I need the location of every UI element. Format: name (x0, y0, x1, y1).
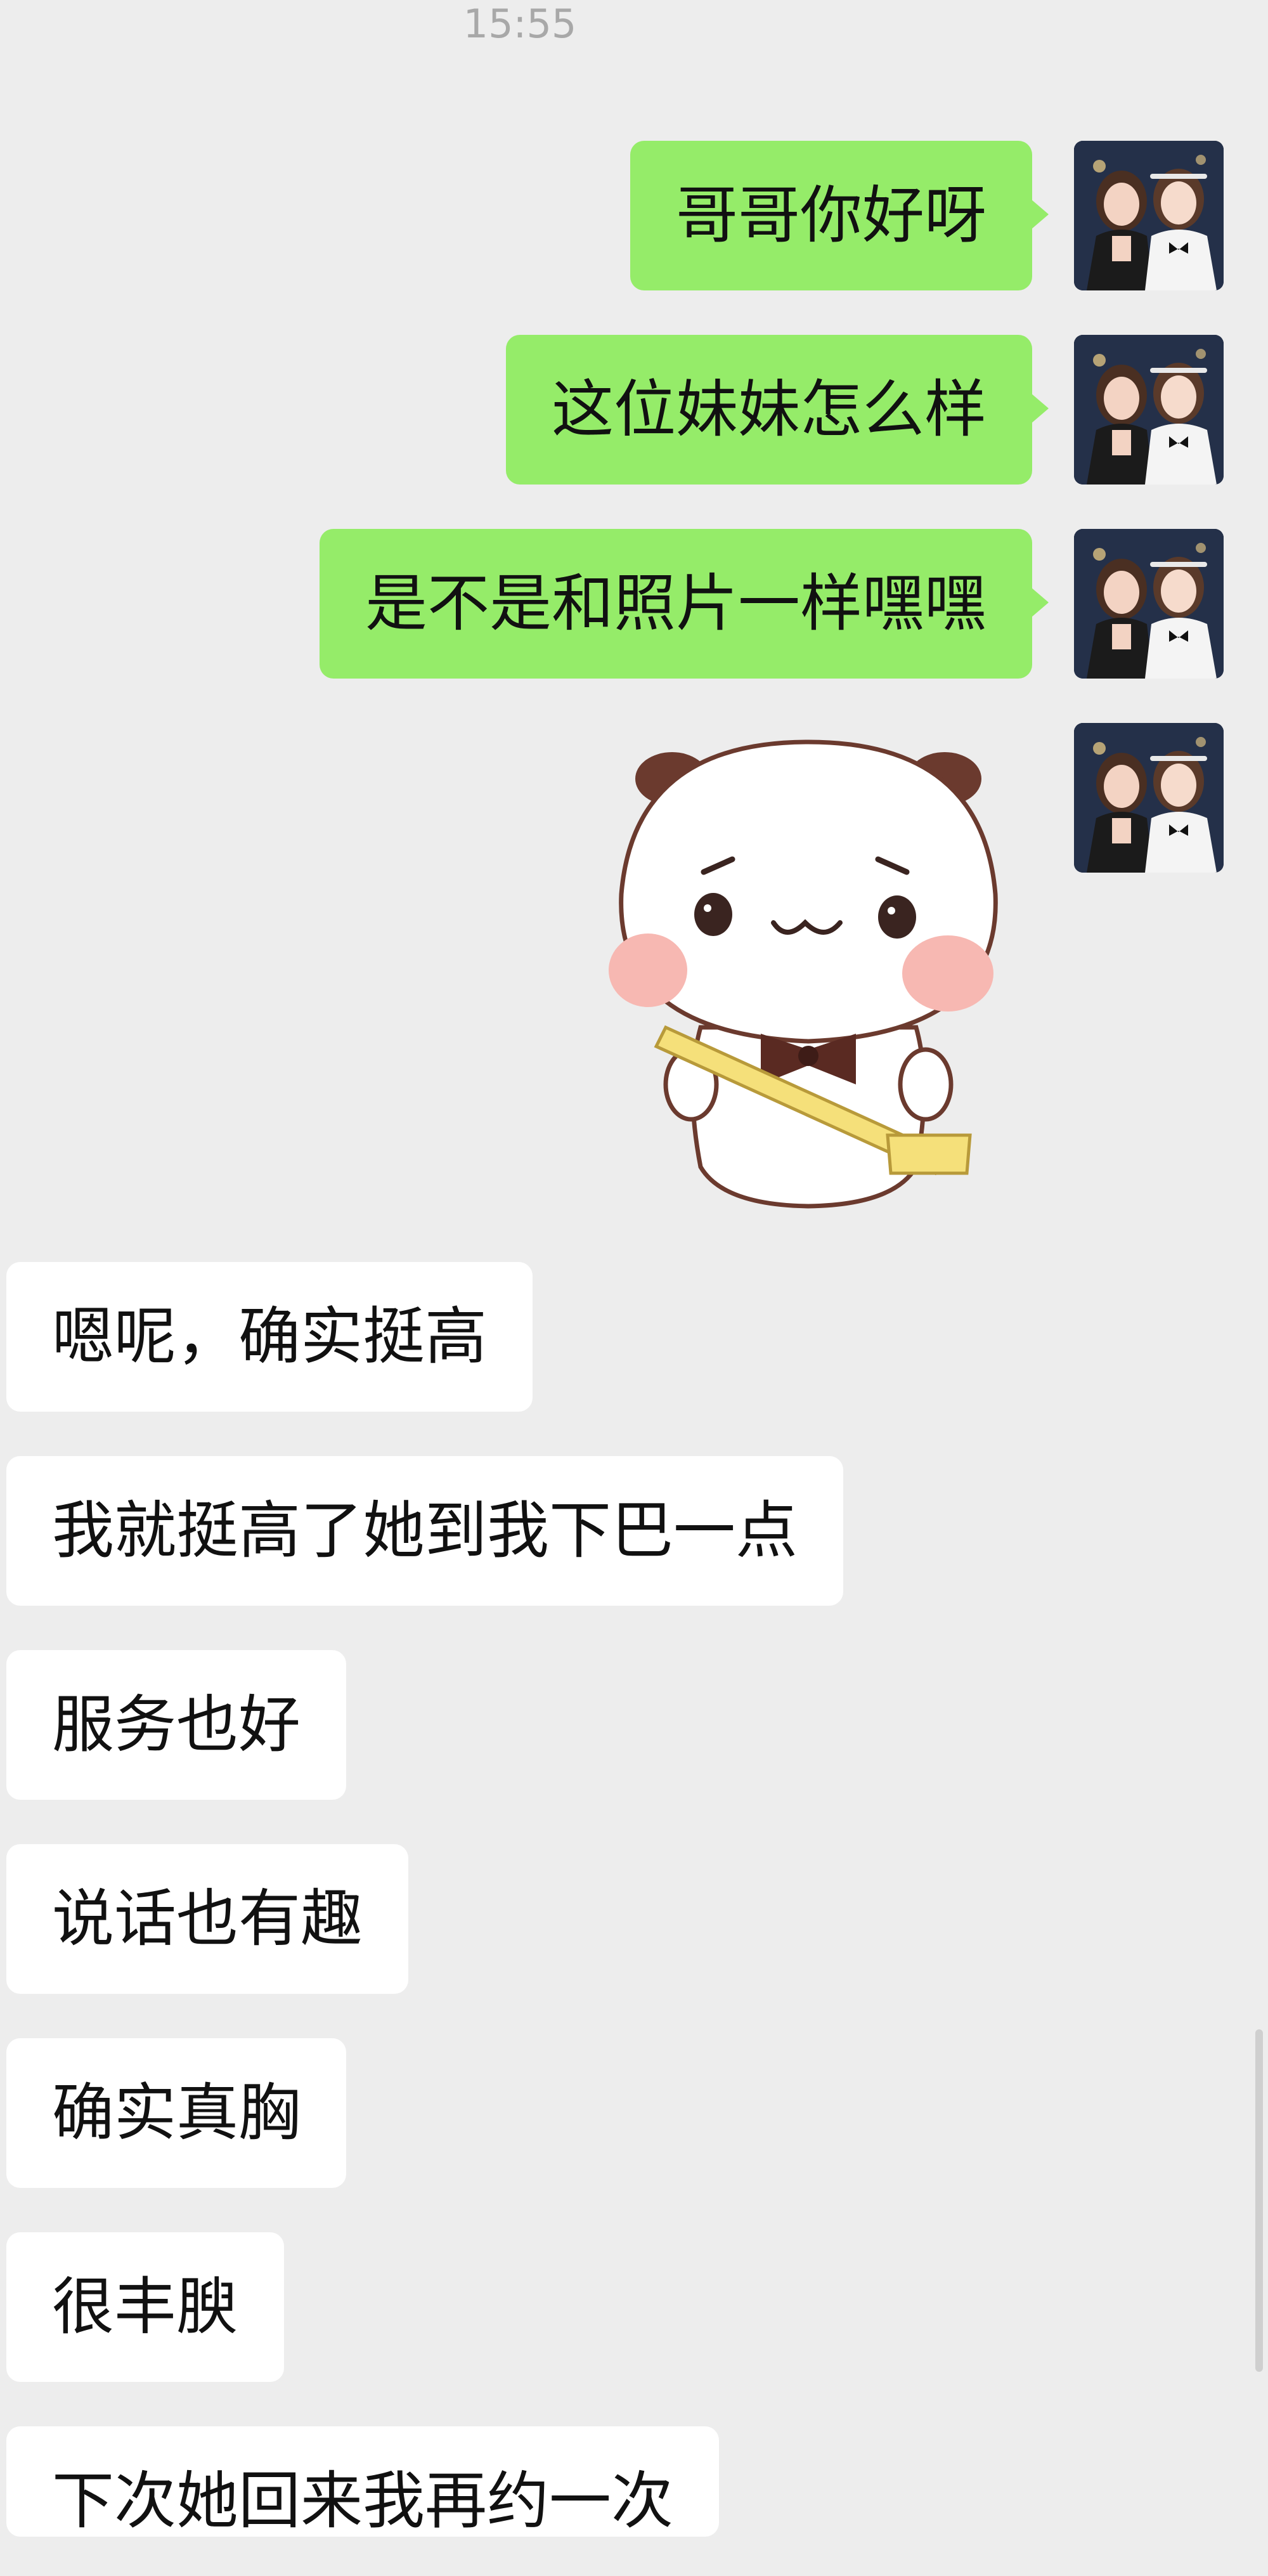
panda-sticker-icon (609, 739, 998, 1209)
incoming-message-bubble[interactable]: 确实真胸 (6, 2038, 347, 2188)
outgoing-message-bubble[interactable]: 这位妹妹怎么样 (505, 335, 1049, 485)
incoming-message-bubble[interactable]: 下次她回来我再约一次 (6, 2426, 720, 2537)
outgoing-message-bubble[interactable]: 是不是和照片一样嘿嘿 (319, 529, 1049, 679)
avatar-photo-icon (1074, 141, 1224, 290)
message-timestamp: 15:55 (463, 1, 577, 47)
outgoing-message-bubble[interactable]: 哥哥你好呀 (630, 141, 1049, 290)
avatar[interactable] (1074, 335, 1224, 485)
avatar[interactable] (1074, 141, 1224, 290)
avatar[interactable] (1074, 723, 1224, 873)
incoming-message-bubble[interactable]: 说话也有趣 (6, 1844, 409, 1994)
avatar-photo-icon (1074, 723, 1224, 873)
incoming-message-bubble[interactable]: 嗯呢，确实挺高 (6, 1262, 533, 1412)
incoming-message-bubble[interactable]: 我就挺高了她到我下巴一点 (6, 1456, 844, 1606)
incoming-message-bubble[interactable]: 服务也好 (6, 1650, 347, 1800)
sticker-message[interactable] (590, 729, 1027, 1218)
avatar-photo-icon (1074, 335, 1224, 485)
avatar-photo-icon (1074, 529, 1224, 679)
incoming-message-bubble[interactable]: 很丰腴 (6, 2232, 285, 2382)
avatar[interactable] (1074, 529, 1224, 679)
scrollbar[interactable] (1255, 2029, 1263, 2372)
chat-window[interactable]: 15:55 哥哥你好呀 这位妹妹怎么样 是不是和照片一样嘿嘿 嗯呢，确实挺高 我… (0, 0, 1268, 2537)
